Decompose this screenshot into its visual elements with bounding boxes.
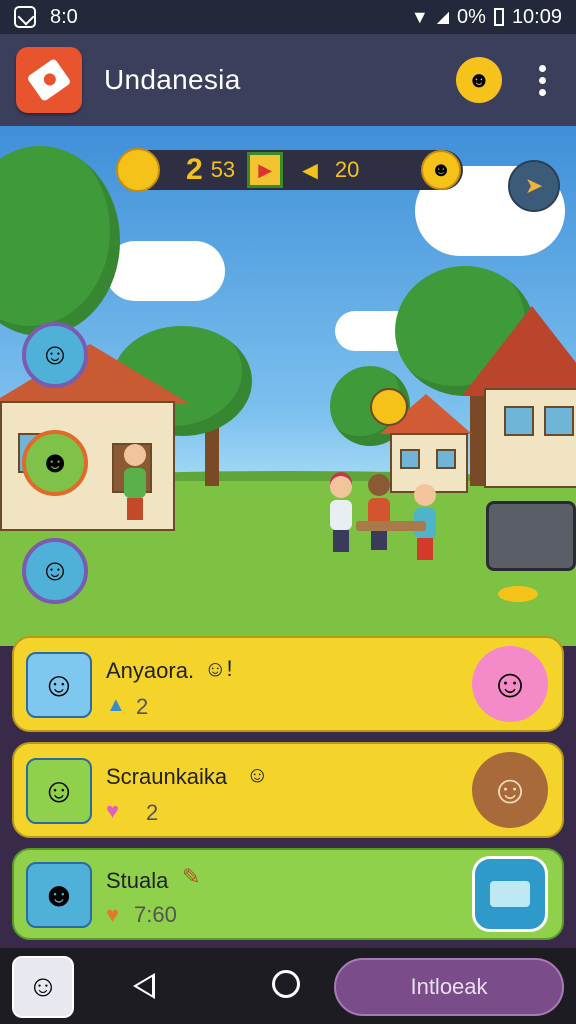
friend-name-icon: ☺ xyxy=(246,762,269,787)
signal-icon: ◢ xyxy=(436,9,450,26)
shield-icon: ▲ xyxy=(106,694,126,716)
cloud xyxy=(105,241,225,301)
trophy-count: 20 xyxy=(334,157,360,182)
friend-portrait: ☺ xyxy=(472,752,548,828)
smiley-icon[interactable]: ☻ xyxy=(421,150,461,190)
navigation-bar: ☺ Intloeak xyxy=(0,948,576,1024)
trophy-icon: ◄ xyxy=(297,154,323,185)
side-avatar-cat[interactable]: ☺ xyxy=(22,538,88,604)
friend-name: Anyaora. xyxy=(106,658,195,683)
coin-count: 2 xyxy=(186,153,203,186)
heart-icon: ♥ xyxy=(106,798,120,823)
app-bar: Undanesia ☻ xyxy=(0,34,576,126)
resource-bar: 2 53 ▶ ◄ 20 ☻ xyxy=(116,148,463,192)
status-left-text: 8:0 xyxy=(50,5,78,28)
villager[interactable] xyxy=(124,444,146,520)
friend-avatar: ☻ xyxy=(26,862,92,928)
friend-avatar: ☺ xyxy=(26,758,92,824)
wifi-icon: ▼ xyxy=(410,6,429,27)
friend-stat: 7:60 xyxy=(134,902,177,927)
coin-marker-icon[interactable] xyxy=(370,388,408,426)
house-roof xyxy=(462,306,576,396)
friend-avatar: ☺ xyxy=(26,652,92,718)
coin-sub-count: 53 xyxy=(210,157,236,182)
profile-avatar[interactable]: ☺ xyxy=(12,956,74,1018)
app-logo-icon xyxy=(16,47,82,113)
friend-name-icon: ☺! xyxy=(204,656,233,681)
friend-portrait: ☺ xyxy=(472,646,548,722)
kebab-menu-icon[interactable] xyxy=(522,57,562,103)
villager[interactable] xyxy=(368,474,390,550)
table xyxy=(356,521,426,531)
tree-left xyxy=(0,146,120,336)
friend-stat: 2 xyxy=(136,694,149,719)
feed-action-icon[interactable]: ➤ xyxy=(508,160,560,212)
house-right[interactable] xyxy=(484,388,576,488)
chat-badge-icon[interactable] xyxy=(472,856,548,932)
heart-icon: ♥ xyxy=(106,902,120,927)
side-avatar-dog[interactable]: ☻ xyxy=(22,430,88,496)
battery-percent: 0% xyxy=(457,5,486,28)
friend-name-icon: ✎ xyxy=(182,864,201,889)
home-icon[interactable] xyxy=(272,970,300,998)
treasure-chest-icon[interactable] xyxy=(486,501,576,571)
ghost-mascot-icon[interactable]: ☻ xyxy=(456,57,502,103)
friend-name: Scraunkaika xyxy=(106,764,228,789)
action-button[interactable]: Intloeak xyxy=(334,958,564,1016)
status-bar: 8:0 ▼ ◢ 0% 10:09 xyxy=(0,0,576,34)
app-title: Undanesia xyxy=(104,64,241,95)
friend-name: Stuala xyxy=(106,868,169,893)
friend-stat: 2 xyxy=(146,800,159,825)
friend-card[interactable]: ☺ Scraunkaika ☺ ♥ 2 ☺ xyxy=(12,742,564,838)
notification-app-icon xyxy=(14,6,36,28)
gold-pile-icon xyxy=(498,586,538,602)
flag-button[interactable]: ▶ xyxy=(247,152,284,188)
villager[interactable] xyxy=(330,476,352,552)
side-avatar-character[interactable]: ☺ xyxy=(22,322,88,388)
back-icon[interactable] xyxy=(133,973,155,999)
friend-card[interactable]: ☺ Anyaora. ☺! ▲ 2 ☺ xyxy=(12,636,564,732)
battery-icon xyxy=(493,8,504,26)
coin-icon xyxy=(116,148,160,192)
clock: 10:09 xyxy=(511,5,562,28)
friend-card[interactable]: ☻ Stuala ✎ ♥ 7:60 xyxy=(12,848,564,940)
